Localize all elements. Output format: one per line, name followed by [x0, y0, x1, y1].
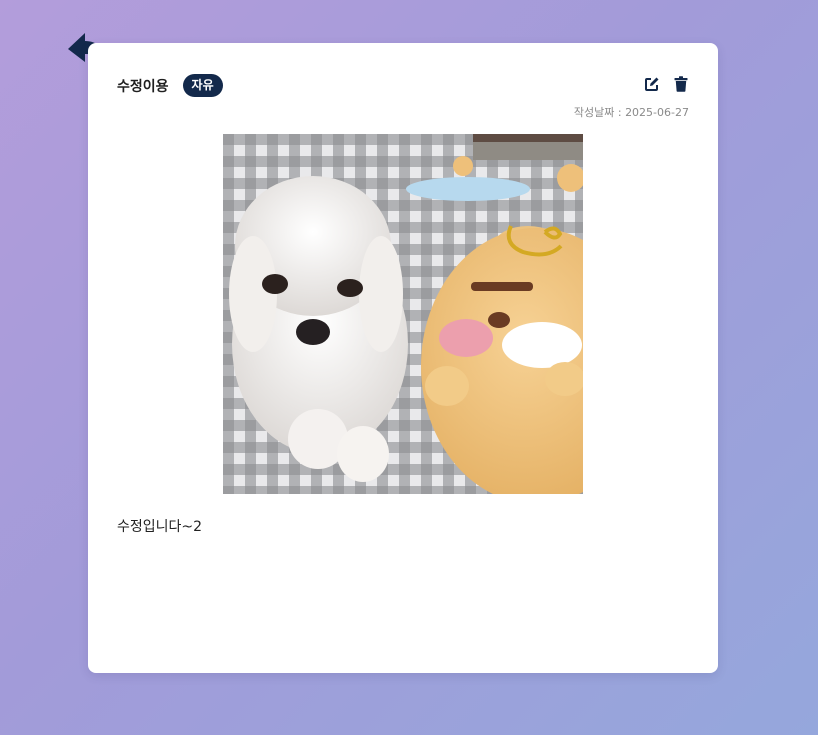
post-image	[223, 134, 583, 494]
post-header: 수정이용 자유	[117, 74, 223, 97]
post-content: 수정입니다~2	[117, 519, 203, 535]
delete-button[interactable]	[672, 75, 690, 93]
edit-button[interactable]	[643, 75, 661, 93]
trash-icon	[674, 76, 688, 92]
photo-dog-with-plush-toy	[223, 134, 583, 494]
date-value: 2025-06-27	[625, 106, 689, 119]
post-card: 수정이용 자유 작성날짜 : 2025-06-27 수정입니다~2	[88, 43, 718, 673]
date-separator: :	[614, 106, 626, 119]
post-title: 수정이용	[117, 78, 169, 95]
post-actions	[632, 75, 690, 93]
post-date: 작성날짜 : 2025-06-27	[574, 104, 689, 120]
edit-icon	[645, 77, 659, 91]
category-badge: 자유	[182, 74, 223, 97]
date-label: 작성날짜	[573, 106, 615, 119]
